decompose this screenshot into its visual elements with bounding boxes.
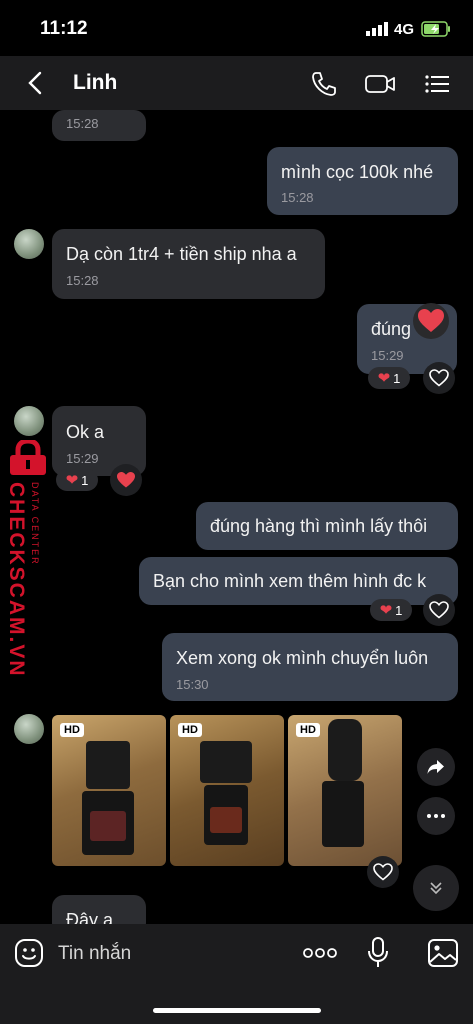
- flash-body: [322, 781, 364, 847]
- scroll-to-bottom-button[interactable]: [413, 865, 459, 911]
- like-heart-button[interactable]: [423, 594, 455, 626]
- avatar[interactable]: [14, 229, 44, 259]
- more-options-icon[interactable]: [302, 947, 338, 959]
- photo-thumbnail[interactable]: HD: [170, 715, 284, 866]
- flash-camera-photo-icon: [200, 741, 252, 783]
- message-text: mình cọc 100k nhé: [281, 162, 434, 182]
- message-text: đúng: [371, 319, 412, 339]
- more-options-button[interactable]: [417, 797, 455, 835]
- menu-list-icon[interactable]: [423, 70, 451, 98]
- message-text: Bạn cho mình xem thêm hình đc k: [153, 571, 427, 591]
- message-text: Dạ còn 1tr4 + tiền ship nha a: [66, 244, 297, 264]
- status-time: 11:12: [40, 18, 88, 39]
- message-bubble[interactable]: 15:28: [52, 110, 146, 141]
- heart-icon: ❤: [379, 602, 393, 619]
- message-input[interactable]: Tin nhắn: [58, 943, 131, 965]
- reaction-count: 1: [81, 472, 89, 488]
- battery-icon: [421, 21, 450, 37]
- avatar[interactable]: [14, 714, 44, 744]
- like-heart-button[interactable]: [367, 856, 399, 888]
- message-text: Ok a: [66, 422, 105, 442]
- message-time: 15:28: [281, 190, 314, 205]
- reaction-badge[interactable]: ❤ 1: [56, 469, 98, 491]
- message-bubble[interactable]: Dạ còn 1tr4 + tiền ship nha a 15:28: [52, 229, 325, 299]
- reaction-count: 1: [395, 602, 403, 618]
- forward-share-button[interactable]: [417, 748, 455, 786]
- phone-call-icon[interactable]: [310, 70, 338, 98]
- message-bubble[interactable]: Bạn cho mình xem thêm hình đc k: [139, 557, 458, 605]
- heart-icon: ❤: [65, 472, 79, 489]
- message-time: 15:29: [371, 348, 404, 363]
- hd-badge: HD: [296, 723, 320, 737]
- hd-badge: HD: [60, 723, 84, 737]
- microphone-icon[interactable]: [366, 936, 390, 970]
- heart-reaction-icon: [413, 303, 449, 339]
- gallery-image-icon[interactable]: [427, 938, 459, 968]
- message-time: 15:29: [66, 451, 99, 466]
- sticker-emoji-icon[interactable]: [14, 938, 44, 968]
- watermark-subtext: DATA CENTER: [30, 482, 40, 566]
- flash-camera-photo-icon: [86, 741, 130, 789]
- heart-icon: ❤: [377, 370, 391, 387]
- reaction-count: 1: [393, 370, 401, 386]
- photo-thumbnail[interactable]: HD: [288, 715, 402, 866]
- photo-thumbnail[interactable]: HD: [52, 715, 166, 866]
- contact-name[interactable]: Linh: [73, 71, 117, 95]
- flash-camera-photo-icon: [328, 719, 362, 781]
- reaction-badge[interactable]: ❤ 1: [368, 367, 410, 389]
- message-text: Xem xong ok mình chuyển luôn: [176, 648, 429, 668]
- message-bubble[interactable]: Xem xong ok mình chuyển luôn 15:30: [162, 633, 458, 701]
- avatar[interactable]: [14, 406, 44, 436]
- message-bubble[interactable]: đúng hàng thì mình lấy thôi: [196, 502, 458, 550]
- video-call-icon[interactable]: [364, 70, 396, 98]
- message-bubble[interactable]: mình cọc 100k nhé 15:28: [267, 147, 458, 215]
- home-indicator: [153, 1008, 321, 1013]
- signal-icon: [366, 22, 388, 36]
- more-dots-icon: [427, 814, 445, 818]
- chat-header: [0, 56, 473, 110]
- message-time: 15:30: [176, 677, 209, 692]
- padlock-watermark-icon: [10, 440, 46, 475]
- share-arrow-icon: [427, 760, 444, 774]
- liked-heart-button[interactable]: [110, 464, 142, 496]
- message-time: 15:28: [66, 116, 99, 131]
- like-heart-button[interactable]: [423, 362, 455, 394]
- double-chevron-down-icon: [430, 882, 442, 895]
- hd-badge: HD: [178, 723, 202, 737]
- reaction-badge[interactable]: ❤ 1: [370, 599, 412, 621]
- message-time: 15:28: [66, 273, 99, 288]
- message-text: đúng hàng thì mình lấy thôi: [210, 516, 428, 536]
- back-arrow-icon[interactable]: [26, 70, 46, 96]
- watermark-text: CHECKSCAM.VN: [5, 482, 28, 678]
- network-type: 4G: [394, 21, 415, 38]
